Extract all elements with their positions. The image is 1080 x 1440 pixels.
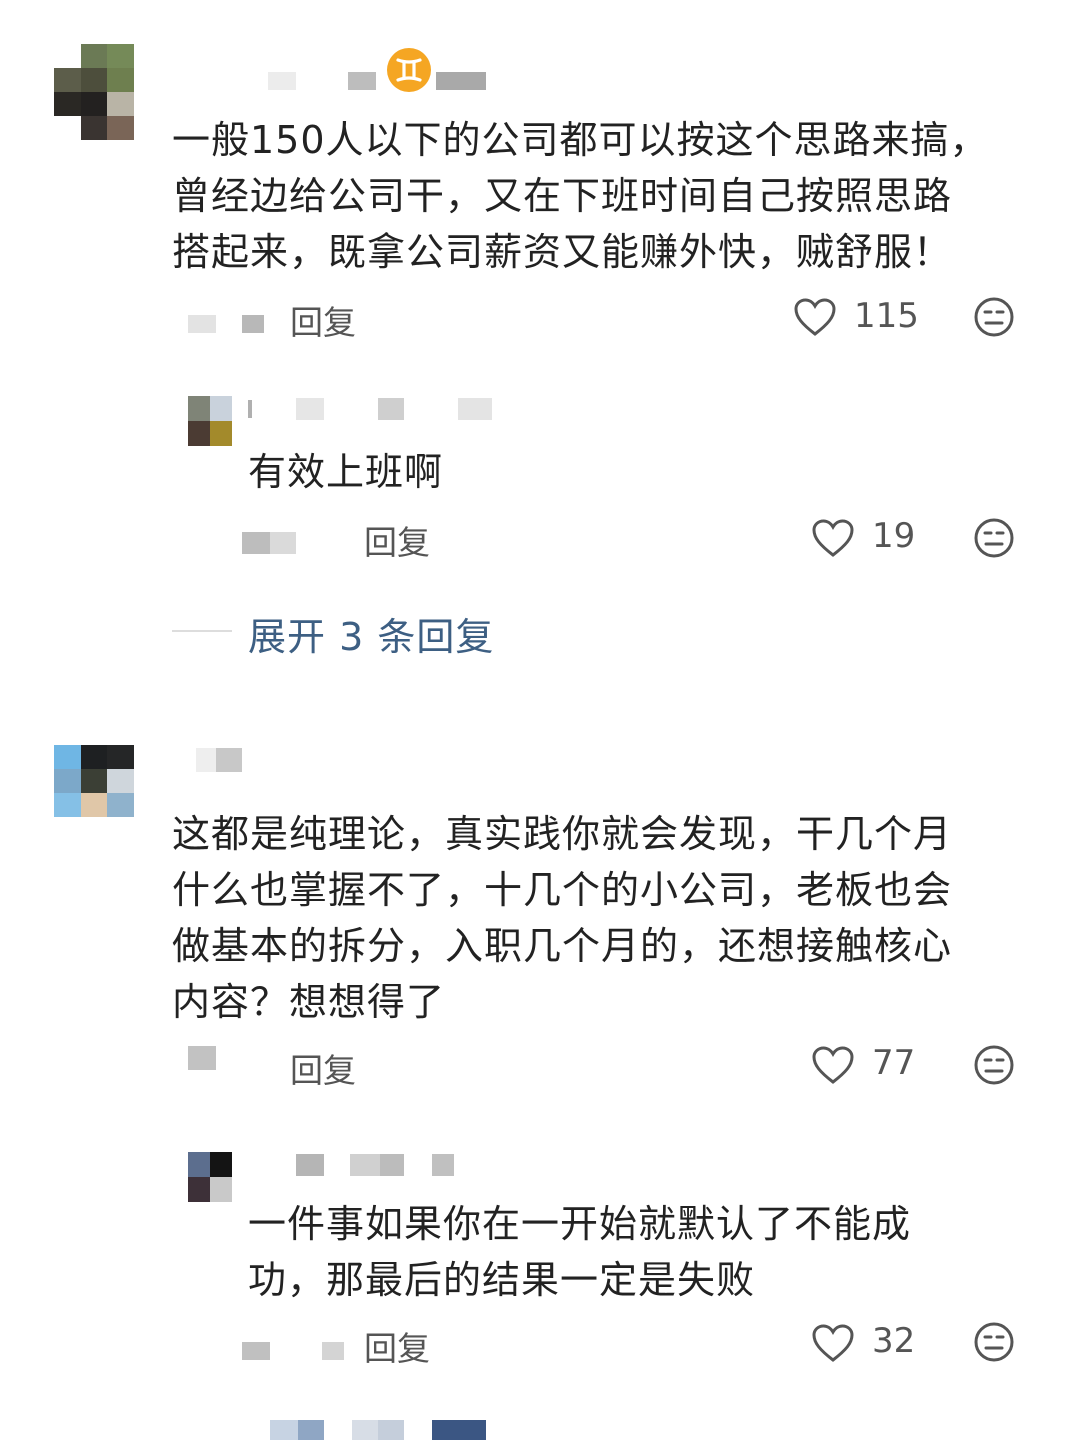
like-count: 77 — [872, 1043, 916, 1083]
heart-icon[interactable] — [792, 296, 838, 338]
reply-button[interactable]: 回复 — [364, 516, 430, 564]
comment-text: 一般150人以下的公司都可以按这个思路来搞， 曾经边给公司干，又在下班时间自己按… — [172, 118, 989, 274]
dislike-face-icon[interactable] — [974, 297, 1014, 337]
expand-replies-button[interactable]: 展开 3 条回复 — [248, 606, 494, 661]
heart-icon[interactable] — [810, 517, 856, 559]
reply-button[interactable]: 回复 — [290, 296, 356, 344]
like-count: 19 — [872, 516, 916, 556]
avatar[interactable] — [54, 745, 134, 841]
dislike-face-icon[interactable] — [974, 1322, 1014, 1362]
dislike-face-icon[interactable] — [974, 518, 1014, 558]
reply-button[interactable]: 回复 — [290, 1044, 356, 1092]
reply-text: 一件事如果你在一开始就默认了不能成 功，那最后的结果一定是失败 — [248, 1202, 912, 1302]
expand-divider — [172, 630, 232, 632]
reply-text: 有效上班啊 — [248, 450, 444, 494]
like-count: 115 — [854, 296, 919, 336]
avatar[interactable] — [54, 44, 134, 140]
avatar[interactable] — [188, 1152, 232, 1202]
like-count: 32 — [872, 1321, 916, 1361]
reply-button[interactable]: 回复 — [364, 1322, 430, 1370]
comment-text: 这都是纯理论，真实践你就会发现，干几个月 什么也掌握不了，十几个的小公司，老板也… — [172, 812, 953, 1024]
heart-icon[interactable] — [810, 1322, 856, 1364]
dislike-face-icon[interactable] — [974, 1045, 1014, 1085]
avatar[interactable] — [188, 396, 232, 446]
gemini-zodiac-icon — [387, 48, 431, 92]
heart-icon[interactable] — [810, 1044, 856, 1086]
